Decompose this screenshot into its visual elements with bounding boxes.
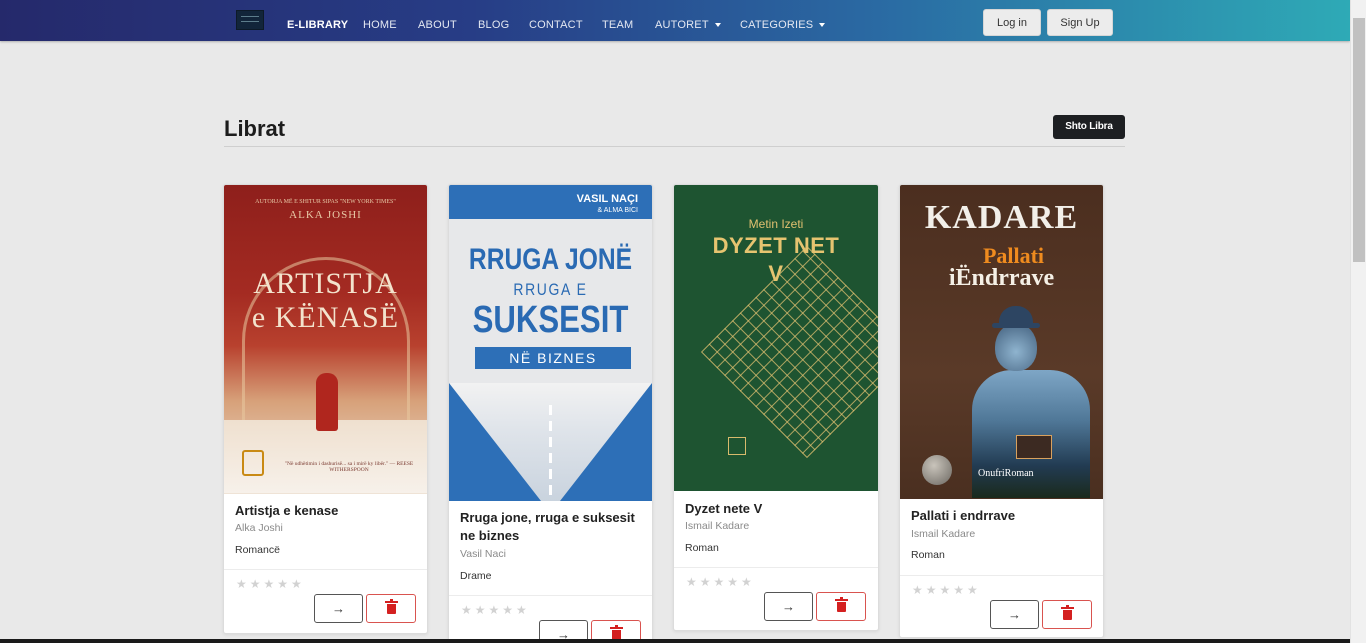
cover-figure-illustration xyxy=(316,373,338,431)
cover-author-name: VASIL NAÇI xyxy=(576,193,638,205)
book-cover-image[interactable]: AUTORJA MË E SHITUR SIPAS "NEW YORK TIME… xyxy=(224,185,427,494)
cover-coauthor: & ALMA BICI xyxy=(597,207,638,214)
book-genre: Roman xyxy=(911,549,945,561)
top-navbar: E-LIBRARY HOME ABOUT BLOG CONTACT TEAM A… xyxy=(0,0,1350,41)
book-title[interactable]: Artistja e kenase xyxy=(235,502,420,520)
cover-title-line1: ARTISTJA xyxy=(253,267,398,300)
rating-stars[interactable]: ★★★★★ xyxy=(912,583,981,597)
trash-icon xyxy=(1060,605,1074,620)
view-book-button[interactable]: → xyxy=(990,600,1039,629)
nav-contact[interactable]: CONTACT xyxy=(529,0,583,41)
book-card: Metin Izeti DYZET NET V Dyzet nete V Ism… xyxy=(673,184,879,631)
cover-line4: NË BIZNES xyxy=(475,347,631,369)
nav-autoret-label: AUTORET xyxy=(655,19,709,31)
book-cover-image[interactable]: Metin Izeti DYZET NET V xyxy=(674,185,878,491)
nav-blog[interactable]: BLOG xyxy=(478,0,509,41)
arrow-right-icon: → xyxy=(332,601,345,616)
card-divider xyxy=(224,569,427,570)
chevron-down-icon xyxy=(714,23,721,27)
delete-book-button[interactable] xyxy=(1042,600,1092,629)
header-divider xyxy=(224,146,1125,147)
publisher-logo xyxy=(242,450,264,476)
delete-book-button[interactable] xyxy=(366,594,416,623)
trash-icon xyxy=(834,597,848,612)
cover-hat-brim-illustration xyxy=(992,323,1040,328)
scrollbar-thumb[interactable] xyxy=(1353,18,1365,262)
cover-tagline: AUTORJA MË E SHITUR SIPAS "NEW YORK TIME… xyxy=(255,199,396,205)
nav-categories-label: CATEGORIES xyxy=(740,19,814,31)
arrow-right-icon: → xyxy=(782,599,795,614)
vertical-scrollbar[interactable] xyxy=(1350,0,1366,643)
cover-figure-head-illustration xyxy=(995,323,1037,371)
chevron-down-icon xyxy=(819,23,826,27)
rating-stars[interactable]: ★★★★★ xyxy=(461,603,530,617)
card-divider xyxy=(449,595,652,596)
nav-home[interactable]: HOME xyxy=(363,0,397,41)
trash-icon xyxy=(384,599,398,614)
rating-stars[interactable]: ★★★★★ xyxy=(236,577,305,591)
book-card: AUTORJA MË E SHITUR SIPAS "NEW YORK TIME… xyxy=(223,184,428,634)
book-author: Ismail Kadare xyxy=(685,520,750,532)
cover-line2: RRUGA E xyxy=(513,280,588,299)
book-genre: Drame xyxy=(460,570,492,582)
login-button[interactable]: Log in xyxy=(983,9,1041,36)
card-divider xyxy=(900,575,1103,576)
cover-road-right-decoration xyxy=(560,383,652,501)
cover-author: KADARE xyxy=(924,199,1079,236)
cover-road-line xyxy=(549,405,552,495)
signup-button[interactable]: Sign Up xyxy=(1047,9,1113,36)
cover-house-illustration xyxy=(1016,435,1052,459)
book-genre: Romancë xyxy=(235,544,280,556)
view-book-button[interactable]: → xyxy=(314,594,363,623)
book-author: Ismail Kadare xyxy=(911,528,976,540)
cover-author: VASIL NAÇI & ALMA BICI xyxy=(577,193,638,217)
cover-line2: iËndrrave xyxy=(948,265,1055,291)
page-title: Librat xyxy=(224,116,286,141)
nav-team[interactable]: TEAM xyxy=(602,0,633,41)
nav-about[interactable]: ABOUT xyxy=(418,0,457,41)
card-divider xyxy=(674,567,878,568)
nav-brand[interactable]: E-LIBRARY xyxy=(287,0,348,41)
book-title[interactable]: Dyzet nete V xyxy=(685,500,870,518)
book-title[interactable]: Rruga jone, rruga e suksesit ne biznes xyxy=(460,509,645,545)
book-author: Alka Joshi xyxy=(235,522,283,534)
cover-road-left-decoration xyxy=(449,383,541,501)
cover-author: ALKA JOSHI xyxy=(289,209,362,221)
book-card: VASIL NAÇI & ALMA BICI RRUGA JONË RRUGA … xyxy=(448,184,653,643)
book-title[interactable]: Pallati i endrrave xyxy=(911,507,1096,525)
cover-title: DYZET NET xyxy=(712,233,840,258)
publisher-logo xyxy=(728,437,746,455)
book-card: KADARE Pallati iËndrrave OnufriRoman Pal… xyxy=(899,184,1104,638)
book-author: Vasil Naci xyxy=(460,548,506,560)
bottom-edge xyxy=(0,639,1350,643)
book-cover-image[interactable]: VASIL NAÇI & ALMA BICI RRUGA JONË RRUGA … xyxy=(449,185,652,501)
cover-ball-illustration xyxy=(922,455,952,485)
site-logo[interactable] xyxy=(236,10,264,30)
delete-book-button[interactable] xyxy=(816,592,866,621)
view-book-button[interactable]: → xyxy=(764,592,813,621)
add-book-button[interactable]: Shto Libra xyxy=(1053,115,1125,139)
rating-stars[interactable]: ★★★★★ xyxy=(686,575,755,589)
cover-line3: SUKSESIT xyxy=(472,299,629,341)
cover-title-line2: e KËNASË xyxy=(251,301,400,334)
cover-publisher: OnufriRoman xyxy=(978,468,1034,479)
cover-quote: "Në udhëtimin i dashurisë... sa i mirë k… xyxy=(284,461,414,473)
cover-author: Metin Izeti xyxy=(748,217,804,231)
nav-autoret-dropdown[interactable]: AUTORET xyxy=(655,0,721,41)
book-genre: Roman xyxy=(685,542,719,554)
arrow-right-icon: → xyxy=(1008,607,1021,622)
book-cover-image[interactable]: KADARE Pallati iËndrrave OnufriRoman xyxy=(900,185,1103,499)
cover-line1: RRUGA JONË xyxy=(468,243,633,276)
nav-categories-dropdown[interactable]: CATEGORIES xyxy=(740,0,826,41)
